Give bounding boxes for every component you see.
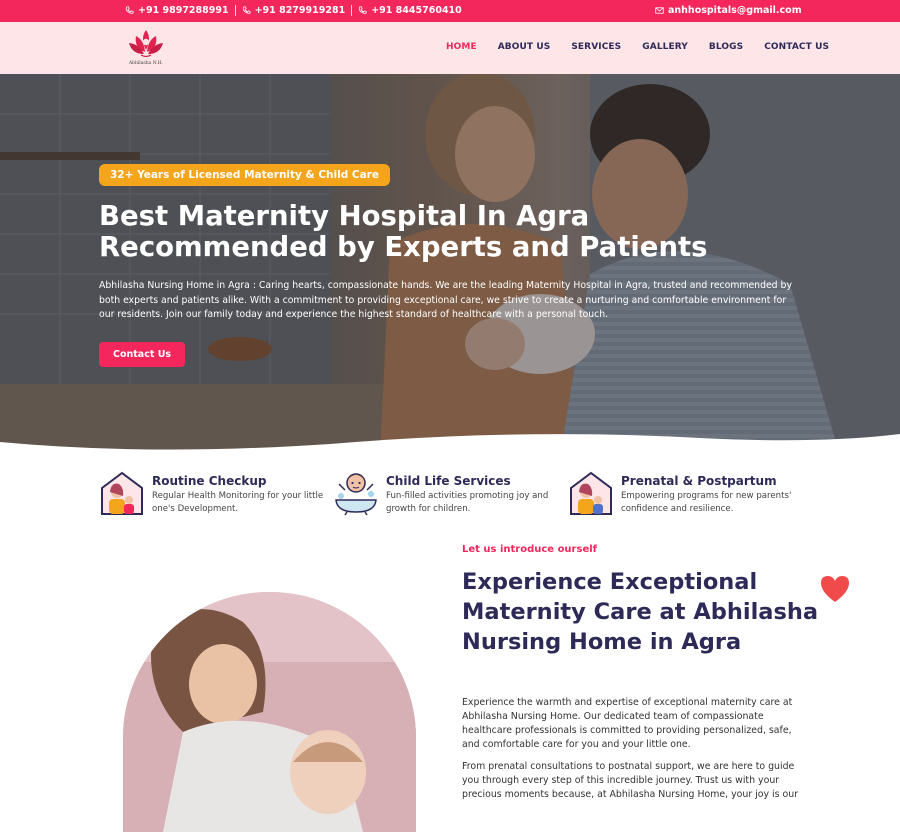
email-address: anhhospitals@gmail.com [668, 5, 802, 16]
contact-us-button[interactable]: Contact Us [99, 342, 186, 367]
email-icon [655, 7, 664, 14]
top-contact-bar: +91 9897288991 +91 8279919281 +91 844576… [0, 0, 900, 22]
family-house-icon [570, 471, 612, 515]
service-title: Routine Checkup [152, 474, 267, 488]
phone-item[interactable]: +91 8279919281 [234, 5, 352, 16]
service-description: Regular Health Monitoring for your littl… [152, 491, 324, 514]
hero-description: Abhilasha Nursing Home in Agra : Caring … [99, 280, 792, 320]
main-nav: HOME ABOUT US SERVICES GALLERY BLOGS CON… [446, 42, 850, 52]
hero-title: Best Maternity Hospital In Agra Recommen… [99, 200, 708, 263]
nav-about-us[interactable]: ABOUT US [498, 42, 551, 52]
about-paragraph-2: From prenatal consultations to postnatal… [462, 761, 799, 800]
nav-blogs[interactable]: BLOGS [709, 42, 743, 52]
phone-number: +91 9897288991 [138, 5, 229, 16]
phone-icon [358, 6, 367, 14]
mother-baby-image [123, 592, 416, 832]
logo-wordmark: Abhilasha N.H. [128, 61, 164, 66]
service-routine-checkup[interactable]: Routine Checkup Regular Health Monitorin… [99, 470, 329, 518]
phone-item[interactable]: +91 8445760410 [351, 5, 468, 16]
about-paragraph-1: Experience the warmth and expertise of e… [462, 697, 793, 750]
experience-badge: 32+ Years of Licensed Maternity & Child … [99, 164, 390, 186]
service-title: Child Life Services [386, 474, 511, 488]
phone-number: +91 8279919281 [254, 5, 346, 16]
nav-home[interactable]: HOME [446, 42, 477, 52]
service-child-life[interactable]: Child Life Services Fun-filled activitie… [333, 470, 559, 518]
phone-number: +91 8445760410 [371, 5, 462, 16]
nav-gallery[interactable]: GALLERY [642, 42, 688, 52]
mother-baby-photo [123, 592, 416, 832]
nav-contact-us[interactable]: CONTACT US [764, 42, 829, 52]
phone-item[interactable]: +91 9897288991 [125, 5, 235, 16]
hero-wave-divider [0, 434, 900, 456]
hero-dark-overlay [0, 74, 900, 456]
service-prenatal-postpartum[interactable]: Prenatal & Postpartum Empowering program… [568, 470, 800, 518]
heart-icon [821, 576, 849, 602]
hero-section: 32+ Years of Licensed Maternity & Child … [0, 74, 900, 456]
about-title: Experience Exceptional Maternity Care at… [462, 569, 819, 655]
nav-services[interactable]: SERVICES [571, 42, 621, 52]
family-house-icon [101, 471, 143, 515]
email-link[interactable]: anhhospitals@gmail.com [655, 5, 802, 16]
service-text: Routine Checkup Regular Health Monitorin… [152, 470, 329, 518]
service-description: Empowering programs for new parents' con… [621, 491, 792, 514]
phone-icon [125, 6, 134, 14]
section-eyebrow: Let us introduce ourself [462, 544, 597, 555]
service-title: Prenatal & Postpartum [621, 474, 777, 488]
service-description: Fun-filled activities promoting joy and … [386, 491, 549, 514]
lotus-logo-icon [129, 30, 163, 58]
service-text: Child Life Services Fun-filled activitie… [386, 470, 559, 518]
site-logo[interactable]: Abhilasha N.H. [124, 28, 168, 70]
baby-bath-icon [335, 473, 377, 516]
site-header: Abhilasha N.H. HOME ABOUT US SERVICES GA… [0, 22, 900, 74]
phone-icon [242, 6, 251, 14]
service-text: Prenatal & Postpartum Empowering program… [621, 470, 800, 518]
phone-list: +91 9897288991 +91 8279919281 +91 844576… [125, 5, 468, 16]
